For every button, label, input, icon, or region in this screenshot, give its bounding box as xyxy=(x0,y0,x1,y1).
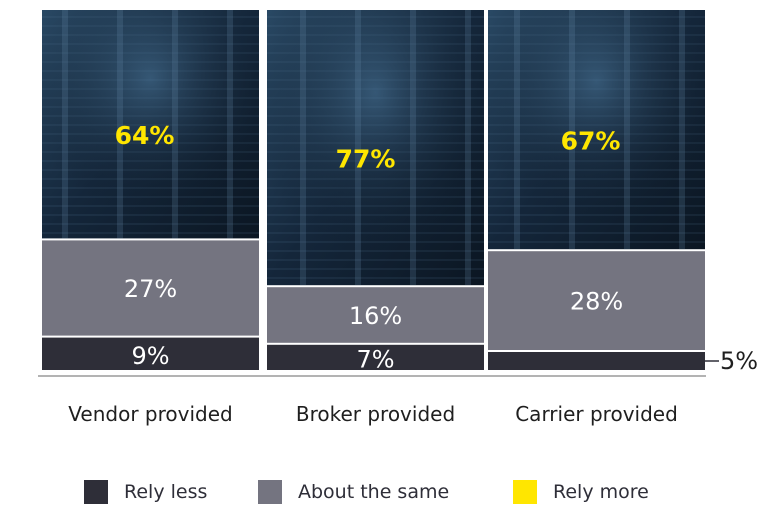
category-label-carrier-provided: Carrier provided xyxy=(515,402,678,426)
bar-segment-rely-less-carrier-provided xyxy=(488,352,705,370)
category-label-vendor-provided: Vendor provided xyxy=(68,402,233,426)
legend: Rely less About the same Rely more xyxy=(0,480,769,504)
data-label-about-the-same-broker-provided: 16% xyxy=(349,302,402,330)
category-label-broker-provided: Broker provided xyxy=(295,402,456,426)
data-label-about-the-same-vendor-provided: 27% xyxy=(124,275,177,303)
legend-swatch xyxy=(84,480,108,504)
legend-swatch xyxy=(258,480,282,504)
legend-item-rely-more: Rely more xyxy=(513,480,649,504)
data-label-rely-less-broker-provided: 7% xyxy=(356,345,394,373)
legend-item-about-the-same: About the same xyxy=(258,480,449,504)
legend-label: Rely less xyxy=(124,481,208,503)
legend-swatch xyxy=(513,480,537,504)
data-label-rely-more-vendor-provided: 64% xyxy=(115,121,175,150)
data-label-rely-more-carrier-provided: 67% xyxy=(561,127,621,156)
data-label-rely-less-carrier-provided: 5% xyxy=(720,347,758,375)
legend-label: Rely more xyxy=(553,481,649,503)
data-label-rely-less-vendor-provided: 9% xyxy=(131,342,169,370)
legend-label: About the same xyxy=(298,481,450,503)
data-label-rely-more-broker-provided: 77% xyxy=(336,145,396,174)
legend-item-rely-less: Rely less xyxy=(84,480,207,504)
stacked-bar-chart: 64% 27% 9% 77% 16% 7% 67% 28% 5% xyxy=(38,10,758,377)
data-label-about-the-same-carrier-provided: 28% xyxy=(570,288,623,316)
